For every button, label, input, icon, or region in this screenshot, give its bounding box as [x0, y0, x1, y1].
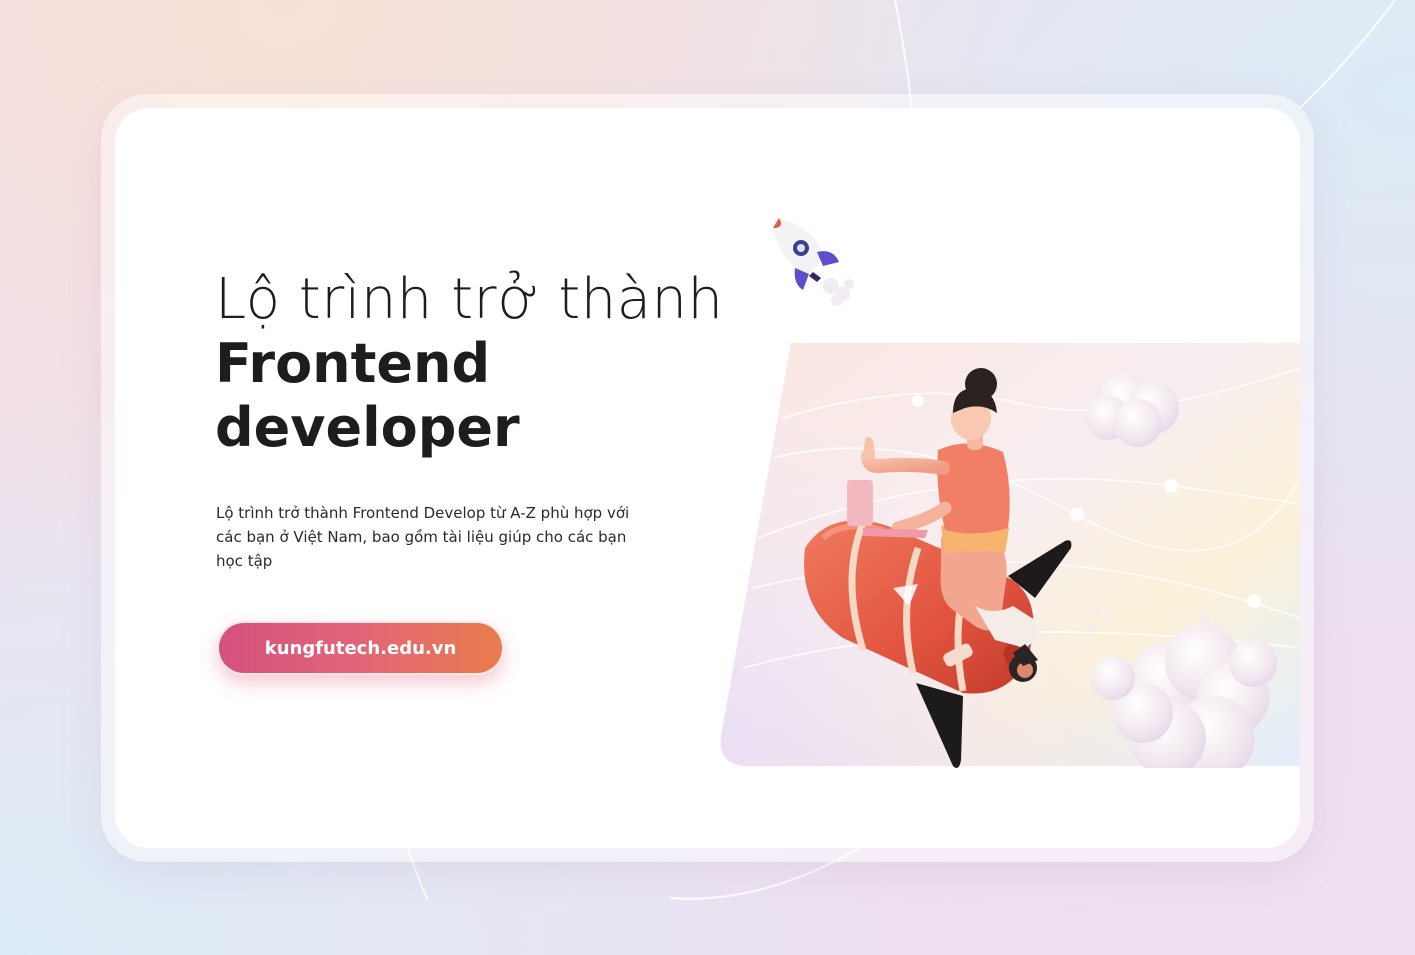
hero-title-line2: Frontend: [215, 332, 491, 395]
rocket-illustration: [720, 218, 1300, 768]
small-rocket-icon: [773, 218, 854, 306]
hero-description: Lộ trình trở thành Frontend Develop từ A…: [216, 504, 630, 570]
hero-card: Lộ trình trở thành Frontend developer Lộ…: [115, 108, 1300, 848]
hero-title: Lộ trình trở thành Frontend developer: [215, 268, 724, 460]
hero-title-line3: developer: [215, 396, 520, 459]
website-link-button[interactable]: kungfutech.edu.vn: [217, 621, 504, 675]
hero-title-line1: Lộ trình trở thành: [215, 267, 724, 332]
